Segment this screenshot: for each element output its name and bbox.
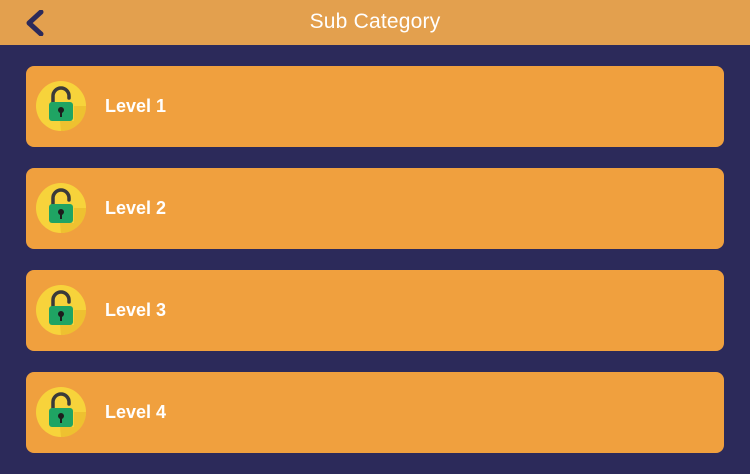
level-label: Level 3 — [105, 300, 167, 320]
top-app-bar: Sub Category — [0, 0, 750, 45]
level-label: Level 2 — [105, 198, 167, 218]
level-item-4[interactable]: Level 4 — [26, 372, 724, 453]
level-item-3[interactable]: Level 3 — [26, 270, 724, 351]
level-item-1[interactable]: Level 1 — [26, 66, 724, 147]
level-item-2[interactable]: Level 2 — [26, 168, 724, 249]
level-list: Level 1 Level 2 Level 3 Level 4 — [26, 66, 724, 474]
unlocked-padlock-icon — [36, 285, 86, 335]
unlocked-padlock-icon — [36, 183, 86, 233]
unlocked-padlock-icon — [36, 81, 86, 131]
level-label: Level 1 — [105, 96, 167, 116]
page-title: Sub Category — [309, 10, 441, 33]
unlocked-padlock-icon — [36, 387, 86, 437]
level-label: Level 4 — [105, 402, 167, 422]
